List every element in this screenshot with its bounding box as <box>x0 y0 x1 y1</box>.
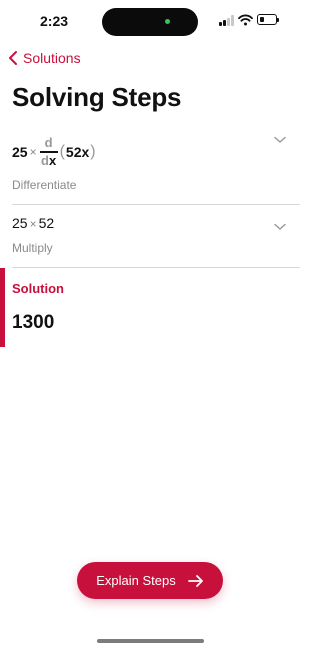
inner-expression: 52x <box>65 144 90 160</box>
home-indicator[interactable] <box>97 639 204 643</box>
explain-steps-label: Explain Steps <box>96 573 176 588</box>
derivative-denominator: dx <box>41 152 57 168</box>
page-title: Solving Steps <box>12 82 182 112</box>
right-operand: 52 <box>38 215 55 231</box>
times-operator: × <box>29 217 37 231</box>
chevron-down-icon[interactable] <box>274 136 286 144</box>
chevron-down-icon[interactable] <box>274 223 286 231</box>
arrow-right-icon <box>187 574 203 587</box>
solution-accent-bar <box>0 268 5 347</box>
solution-value: 1300 <box>12 312 55 333</box>
step-expression: 25 × 52 <box>12 215 54 231</box>
battery-icon <box>257 14 277 25</box>
step-caption: Multiply <box>12 241 53 255</box>
status-bar: 2:23 <box>0 0 300 44</box>
wifi-icon <box>238 14 253 26</box>
back-button[interactable]: Solutions <box>8 48 81 68</box>
solution-label: Solution <box>12 281 64 296</box>
left-operand: 25 <box>12 215 28 231</box>
coefficient: 25 <box>12 144 28 160</box>
close-paren: ) <box>90 143 96 160</box>
back-label: Solutions <box>23 50 81 66</box>
open-paren: ( <box>59 143 65 160</box>
camera-indicator-icon <box>165 19 170 24</box>
explain-steps-button[interactable]: Explain Steps <box>77 562 223 599</box>
step-differentiate[interactable]: 25 × d dx ( 52x ) Differentiate <box>0 128 300 204</box>
cellular-signal-icon <box>219 15 235 26</box>
chevron-left-icon <box>9 51 17 65</box>
step-caption: Differentiate <box>12 178 77 192</box>
solution-panel: Solution 1300 <box>0 268 300 347</box>
times-operator: × <box>29 145 37 159</box>
step-multiply[interactable]: 25 × 52 Multiply <box>0 205 300 267</box>
step-expression: 25 × d dx ( 52x ) <box>12 132 97 172</box>
dynamic-island <box>102 8 198 36</box>
derivative-fraction: d dx <box>39 135 58 168</box>
derivative-numerator: d <box>44 135 53 151</box>
status-time: 2:23 <box>40 13 69 29</box>
battery-cap <box>277 18 279 22</box>
